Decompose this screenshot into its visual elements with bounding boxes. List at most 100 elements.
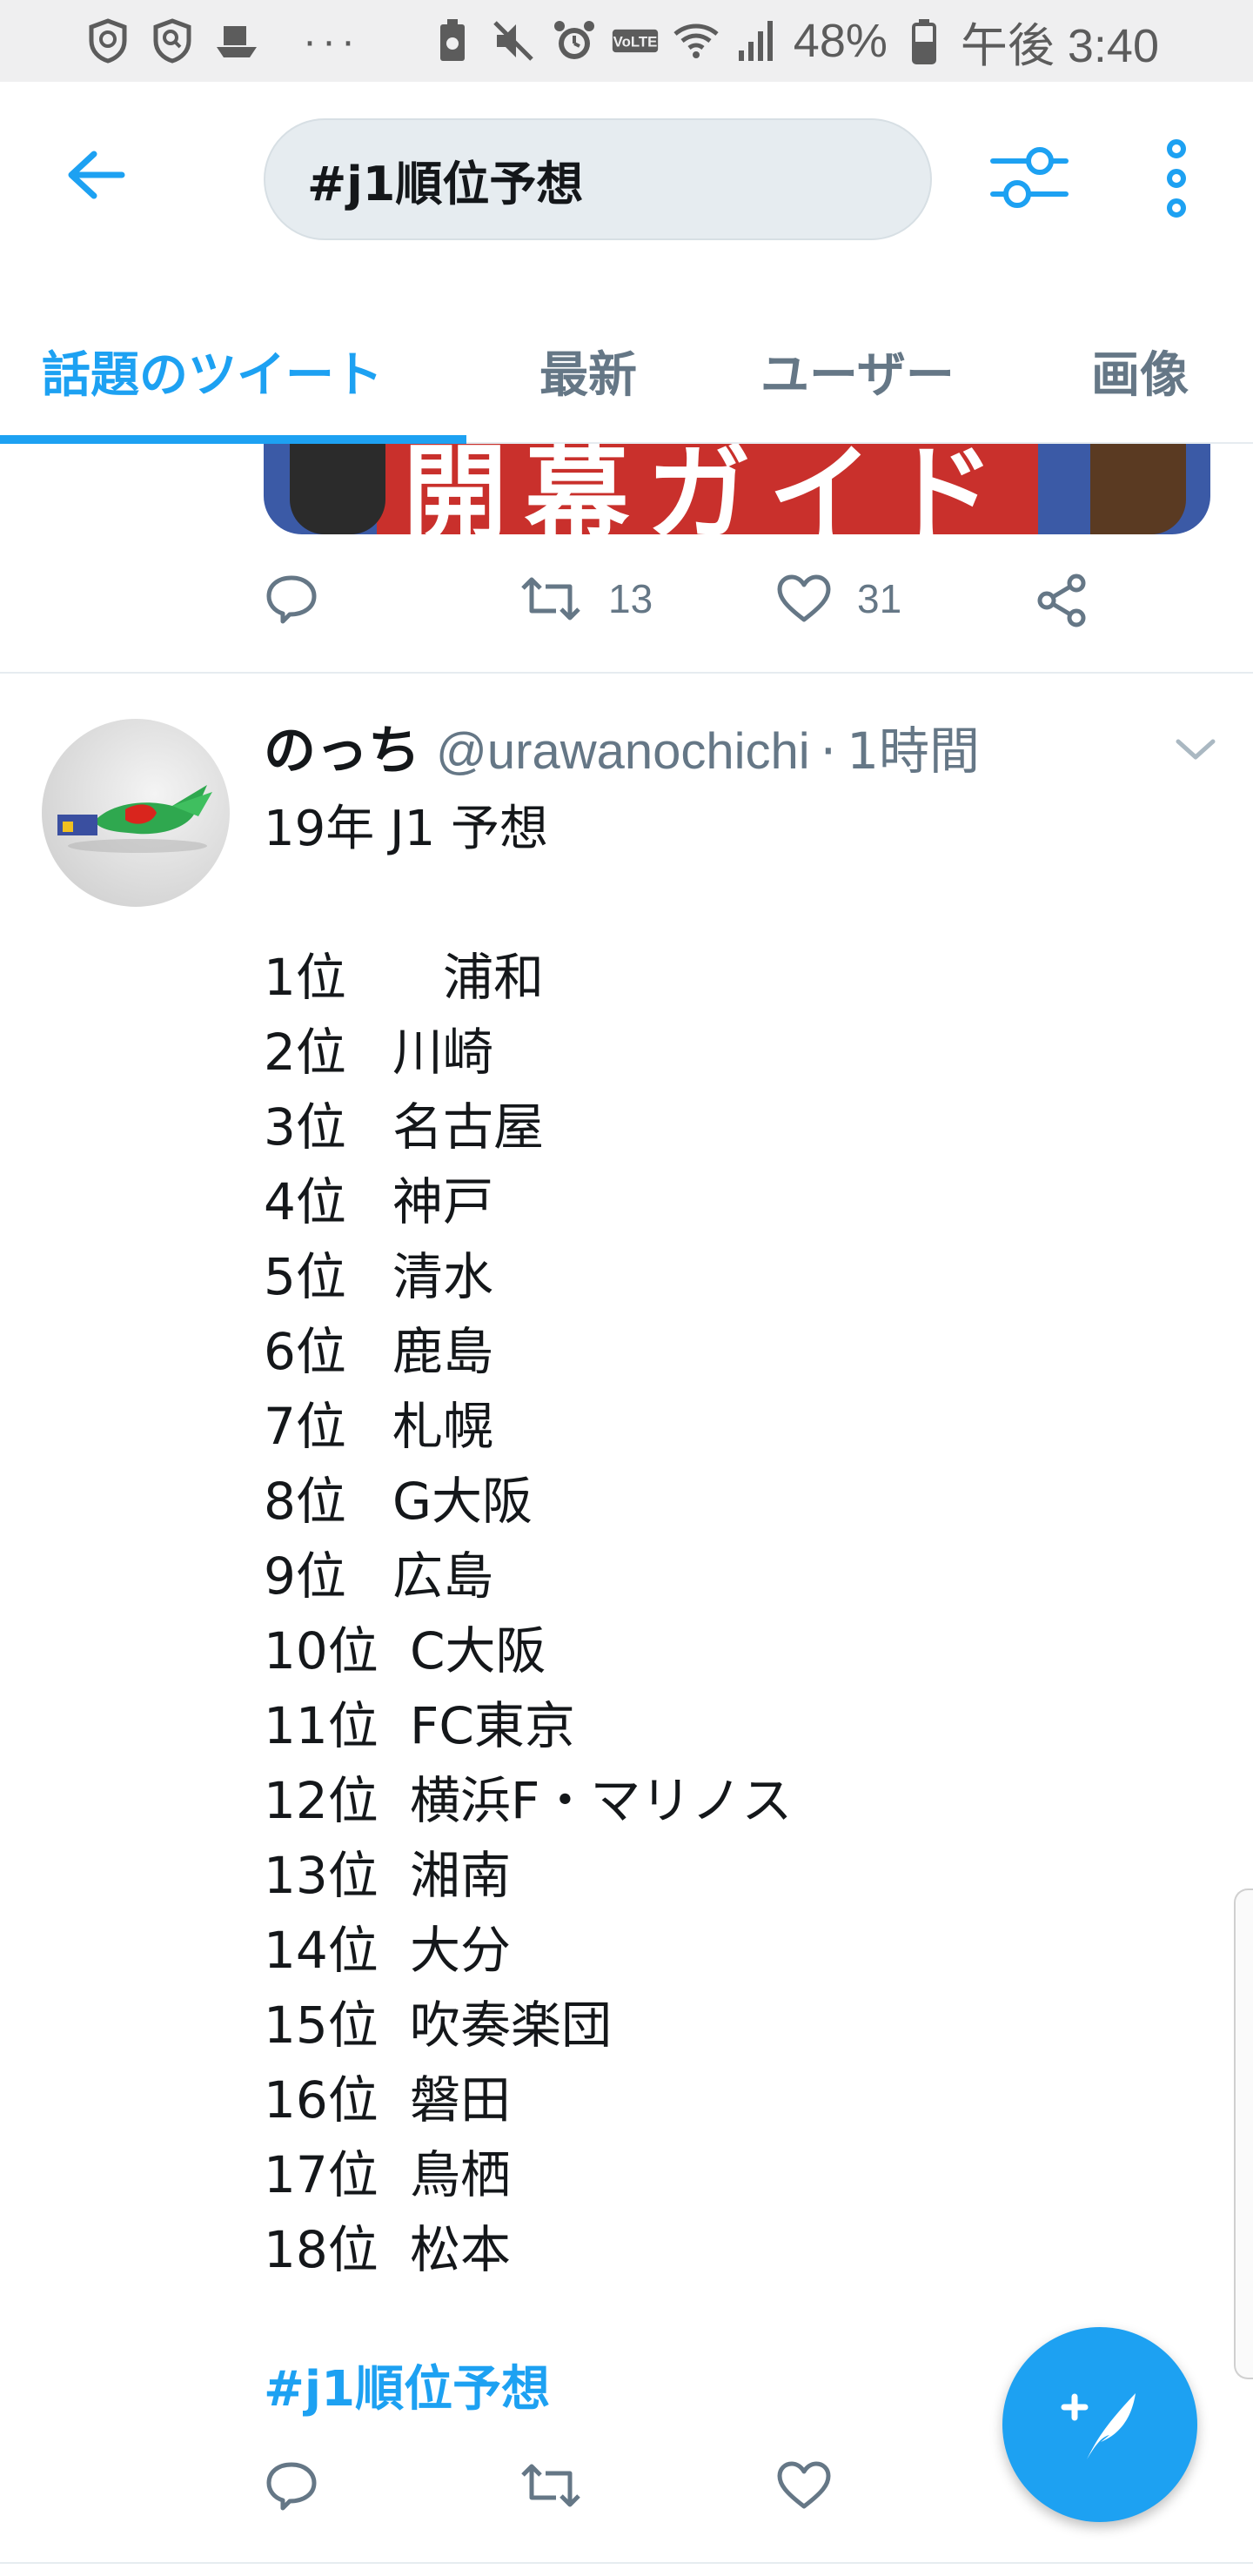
status-bar: ··· VoLTE 48% 午後 3:40 xyxy=(0,0,1253,82)
tweet-menu-button[interactable] xyxy=(1171,728,1220,771)
tab-latest[interactable]: 最新 xyxy=(539,336,637,406)
like-button[interactable] xyxy=(775,2459,833,2512)
ranking-row: 13位 湘南 xyxy=(264,1838,792,1913)
tweet-media-image[interactable]: 開幕ガイド xyxy=(264,444,1210,534)
mute-icon xyxy=(489,17,538,65)
tweet-divider xyxy=(0,672,1253,674)
scrollbar[interactable] xyxy=(1234,1888,1253,2379)
hashtag-link[interactable]: #j1順位予想 xyxy=(264,2350,550,2420)
shield-search-icon xyxy=(148,17,197,65)
rank-number: 3位 xyxy=(264,1097,346,1157)
back-button[interactable] xyxy=(52,136,139,214)
rank-number: 8位 xyxy=(264,1472,346,1531)
ranking-row: 16位 磐田 xyxy=(264,2063,792,2137)
separator-dot: · xyxy=(820,721,837,781)
team-name: 川崎 xyxy=(392,1023,494,1082)
more-options-button[interactable] xyxy=(1142,131,1211,226)
ranking-row: 5位 清水 xyxy=(264,1239,792,1314)
retweet-button[interactable] xyxy=(518,2459,584,2512)
display-name[interactable]: のっち xyxy=(264,708,420,784)
compose-feather-icon xyxy=(1061,2393,1136,2459)
ranking-row: 10位 C大阪 xyxy=(264,1613,792,1688)
like-count: 31 xyxy=(857,576,902,621)
chevron-down-icon xyxy=(1176,739,1216,760)
search-input[interactable]: #j1順位予想 xyxy=(264,118,932,240)
rank-number: 11位 xyxy=(264,1696,379,1755)
rank-number: 9位 xyxy=(264,1546,346,1606)
battery-percent: 48% xyxy=(793,15,888,67)
team-name: C大阪 xyxy=(410,1621,546,1680)
ranking-row: 8位 G大阪 xyxy=(264,1464,792,1539)
rank-number: 18位 xyxy=(264,2220,379,2279)
tweet-actions: 13 31 xyxy=(264,573,1221,642)
clock: 午後 3:40 xyxy=(960,19,1159,72)
ranking-row: 17位 鳥栖 xyxy=(264,2137,792,2212)
tweet-divider xyxy=(0,2562,1253,2564)
sliders-icon xyxy=(990,147,1069,208)
team-name: G大阪 xyxy=(392,1472,533,1531)
ranking-row: 4位 神戸 xyxy=(264,1164,792,1239)
reply-button[interactable] xyxy=(264,573,319,625)
more-notifications-indicator: ··· xyxy=(303,17,360,64)
battery-icon xyxy=(900,17,948,65)
rank-number: 2位 xyxy=(264,1023,346,1082)
ranking-row: 18位 松本 xyxy=(264,2212,792,2287)
rank-number: 4位 xyxy=(264,1172,346,1231)
team-name: 松本 xyxy=(410,2220,512,2279)
retweet-icon xyxy=(521,2464,580,2507)
ranking-list: 1位 浦和 2位 川崎 3位 名古屋 4位 神戸 5位 清水 6位 鹿島 7位 札幌 8位 G大阪 9位 広島 1… xyxy=(264,940,792,2287)
boat-icon xyxy=(212,17,261,65)
compose-tweet-button[interactable] xyxy=(1002,2327,1197,2522)
reply-icon xyxy=(266,575,317,624)
search-tabs: 話題のツイート 最新 ユーザー 画像 xyxy=(0,282,1253,444)
rank-number: 13位 xyxy=(264,1846,379,1905)
rank-number: 12位 xyxy=(264,1771,379,1830)
ranking-row: 12位 横浜F・マリノス xyxy=(264,1763,792,1838)
team-name: 神戸 xyxy=(392,1172,494,1231)
tab-images[interactable]: 画像 xyxy=(1091,336,1189,406)
share-button[interactable] xyxy=(1035,573,1090,628)
ranking-row: 11位 FC東京 xyxy=(264,1688,792,1763)
ranking-row: 1位 浦和 xyxy=(264,940,792,1015)
rank-number: 7位 xyxy=(264,1397,346,1456)
avatar-figure-image xyxy=(57,785,212,853)
like-button[interactable]: 31 xyxy=(775,573,901,625)
rank-number: 6位 xyxy=(264,1322,346,1381)
search-filter-button[interactable] xyxy=(983,134,1075,221)
rank-number: 5位 xyxy=(264,1247,346,1306)
media-caption: 開幕ガイド xyxy=(403,444,1012,534)
share-icon xyxy=(1037,574,1086,627)
ranking-row: 15位 吹奏楽団 xyxy=(264,1988,792,2063)
signal-icon xyxy=(733,17,781,65)
volte-icon: VoLTE xyxy=(611,17,660,65)
tab-users[interactable]: ユーザー xyxy=(761,336,955,406)
team-name: FC東京 xyxy=(410,1696,575,1755)
ranking-row: 2位 川崎 xyxy=(264,1015,792,1090)
team-name: 吹奏楽団 xyxy=(410,1996,613,2055)
team-name: 鹿島 xyxy=(392,1322,494,1381)
rank-number: 1位 xyxy=(264,948,346,1007)
retweet-icon xyxy=(521,577,580,621)
ranking-row: 9位 広島 xyxy=(264,1539,792,1613)
team-name: 名古屋 xyxy=(392,1097,545,1157)
battery-saver-icon xyxy=(428,17,477,65)
rank-number: 17位 xyxy=(264,2145,379,2204)
ranking-row: 6位 鹿島 xyxy=(264,1314,792,1389)
heart-icon xyxy=(777,574,831,622)
rank-number: 14位 xyxy=(264,1921,379,1980)
active-tab-indicator xyxy=(0,435,466,444)
team-name: 鳥栖 xyxy=(410,2145,512,2204)
ranking-row: 7位 札幌 xyxy=(264,1389,792,1464)
rank-number: 16位 xyxy=(264,2070,379,2130)
tab-top-tweets[interactable]: 話題のツイート xyxy=(42,336,383,406)
team-name: 大分 xyxy=(410,1921,512,1980)
team-name: 広島 xyxy=(392,1546,494,1606)
back-arrow-icon xyxy=(68,151,125,199)
reply-button[interactable] xyxy=(264,2459,319,2512)
retweet-button[interactable]: 13 xyxy=(518,573,653,625)
user-handle[interactable]: @urawanochichi xyxy=(436,722,810,781)
alarm-icon xyxy=(550,17,599,65)
heart-icon xyxy=(777,2461,831,2509)
avatar[interactable] xyxy=(42,719,230,907)
team-name: 湘南 xyxy=(410,1846,512,1905)
